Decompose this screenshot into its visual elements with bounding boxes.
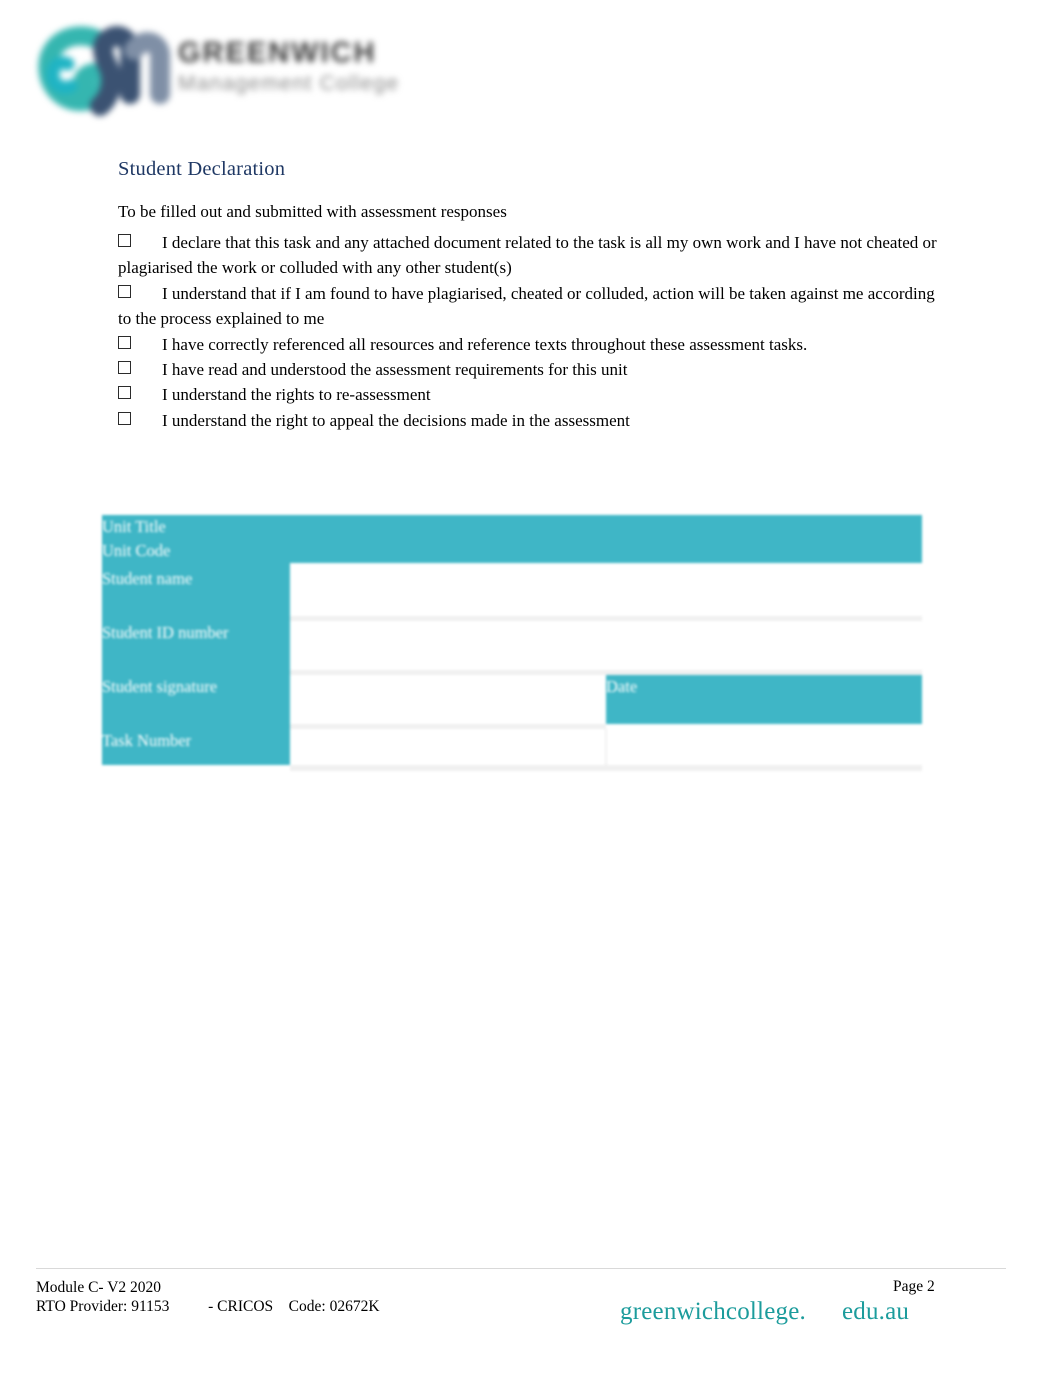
student-details-table: Unit Title Unit Code Student name Studen… [102,515,922,773]
brand-name: greenwichcollege. [620,1298,806,1325]
table-row: Student ID number [102,621,922,670]
row-label-unit-title: Unit Title [102,515,290,539]
checkbox-icon[interactable] [118,335,131,349]
declaration-text: I have read and understood the assessmen… [162,360,628,380]
row-label-student-name: Student name [102,567,290,616]
main-content: Student Declaration To be filled out and… [118,158,938,433]
page-footer: Module C- V2 2020 RTO Provider: 91153 - C… [0,1268,1062,1358]
table-row: Task Number [102,729,922,765]
declaration-list: I declare that this task and any attache… [118,230,938,433]
footer-brand: greenwichcollege. edu.au [620,1298,909,1326]
declaration-text: I understand the rights to re-assessment [162,385,431,405]
gm-monogram-icon [38,26,170,116]
checkbox-icon[interactable] [118,284,131,298]
logo-title: GREENWICH [178,37,377,69]
row-label-date: Date [606,675,922,724]
row-value-student-name[interactable] [290,567,922,616]
declaration-text: I understand that if I am found to have … [118,283,935,329]
row-label-unit-code: Unit Code [102,539,290,563]
footer-rto: RTO Provider: 91153 - CRICOS Code: 02672… [36,1298,380,1315]
list-item: I declare that this task and any attache… [118,230,938,281]
checkbox-icon[interactable] [118,361,131,375]
list-item: I understand that if I am found to have … [118,281,938,332]
row-value-task-number-secondary[interactable] [605,729,922,765]
row-label-student-signature: Student signature [102,675,290,724]
list-item: I understand the right to appeal the dec… [118,408,938,433]
list-item: I have read and understood the assessmen… [118,357,938,382]
row-value-unit-title[interactable] [290,515,922,539]
row-value-task-number[interactable] [290,729,606,765]
table-row: Unit Code [102,539,922,563]
checkbox-icon[interactable] [118,234,131,247]
page-title: Student Declaration [118,158,286,180]
greenwich-logo: GREENWICH Management College [38,18,438,123]
footer-module: Module C- V2 2020 [36,1279,162,1296]
list-item: I have correctly referenced all resource… [118,332,938,357]
page-number: Page 2 [893,1278,935,1295]
declaration-text: I have correctly referenced all resource… [162,334,808,354]
table-row: Unit Title [102,515,922,539]
footer-left-text: Module C- V2 2020 RTO Provider: 91153 - C… [36,1278,380,1316]
row-value-student-signature[interactable] [290,675,606,724]
declaration-text: I understand the right to appeal the dec… [162,410,630,430]
intro-text: To be filled out and submitted with asse… [118,202,507,221]
table-row: Student name [102,567,922,616]
checkbox-icon[interactable] [118,386,131,400]
declaration-text: I declare that this task and any attache… [118,233,937,278]
row-label-student-id: Student ID number [102,621,290,670]
page-header: GREENWICH Management College [38,18,438,123]
row-value-student-id[interactable] [290,621,922,670]
footer-divider [36,1268,1006,1269]
row-value-unit-code[interactable] [290,539,922,563]
table-row: Student signature Date [102,675,922,724]
brand-domain: edu.au [841,1298,910,1325]
spacer-cell [102,765,290,771]
logo-subtitle: Management College [178,72,400,96]
table-row-separator [102,765,922,771]
logo-wordmark: GREENWICH Management College [178,38,433,96]
list-item: I understand the rights to re-assessment [118,382,938,407]
checkbox-icon[interactable] [118,411,131,425]
spacer-cell [290,765,922,771]
row-label-task-number: Task Number [102,729,290,765]
